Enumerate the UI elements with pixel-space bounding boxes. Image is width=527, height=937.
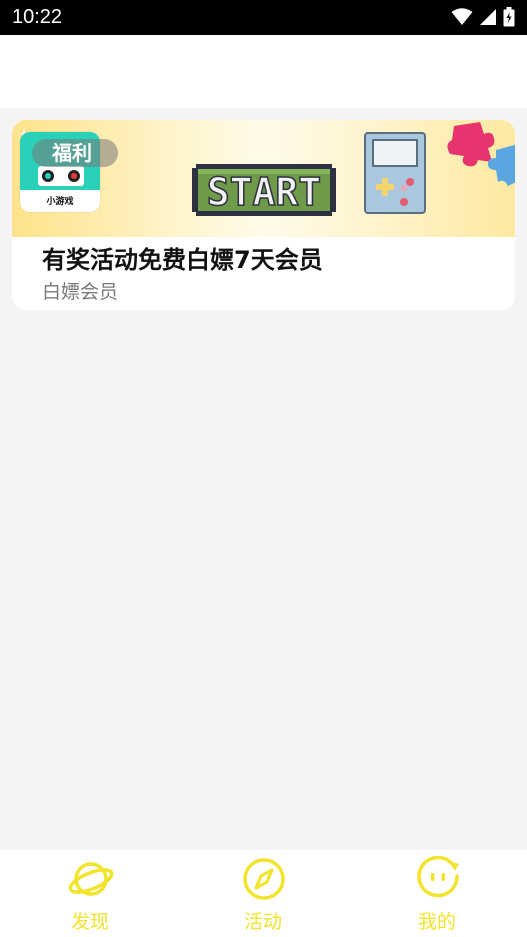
activity-card[interactable]: 小游戏 福利 START 有奖活动免费白嫖7天会员 白嫖会员	[12, 120, 515, 310]
tab-activity[interactable]: 活动	[203, 850, 323, 937]
status-time: 10:22	[12, 6, 63, 28]
smiley-face-icon	[417, 856, 459, 898]
activity-banner[interactable]: 小游戏 福利 START	[12, 120, 515, 237]
wifi-icon	[451, 8, 473, 25]
welfare-badge: 福利	[32, 139, 118, 167]
status-icons	[451, 6, 515, 28]
puzzle-pieces-decoration	[447, 122, 515, 186]
top-app-bar	[0, 35, 527, 108]
battery-icon	[503, 7, 515, 27]
activity-title: 有奖活动免费白嫖7天会员	[42, 246, 323, 274]
compass-icon	[243, 858, 285, 900]
activity-subtitle: 白嫖会员	[42, 281, 119, 303]
tab-discover[interactable]: 发现	[30, 850, 150, 937]
planet-icon	[68, 862, 114, 896]
tab-label: 我的	[417, 911, 456, 933]
handheld-console-icon	[364, 132, 426, 214]
signal-icon	[480, 9, 496, 25]
tab-label: 活动	[243, 911, 282, 933]
tab-mine[interactable]: 我的	[377, 850, 497, 937]
start-text: START	[207, 170, 321, 214]
gamepad-icon	[38, 166, 84, 186]
status-bar: 10:22	[0, 0, 527, 35]
tab-label: 发现	[70, 911, 109, 933]
start-button-graphic: START	[192, 164, 336, 216]
bottom-tab-bar: 发现 活动 我的	[0, 850, 527, 937]
app-tile-label: 小游戏	[46, 197, 74, 207]
